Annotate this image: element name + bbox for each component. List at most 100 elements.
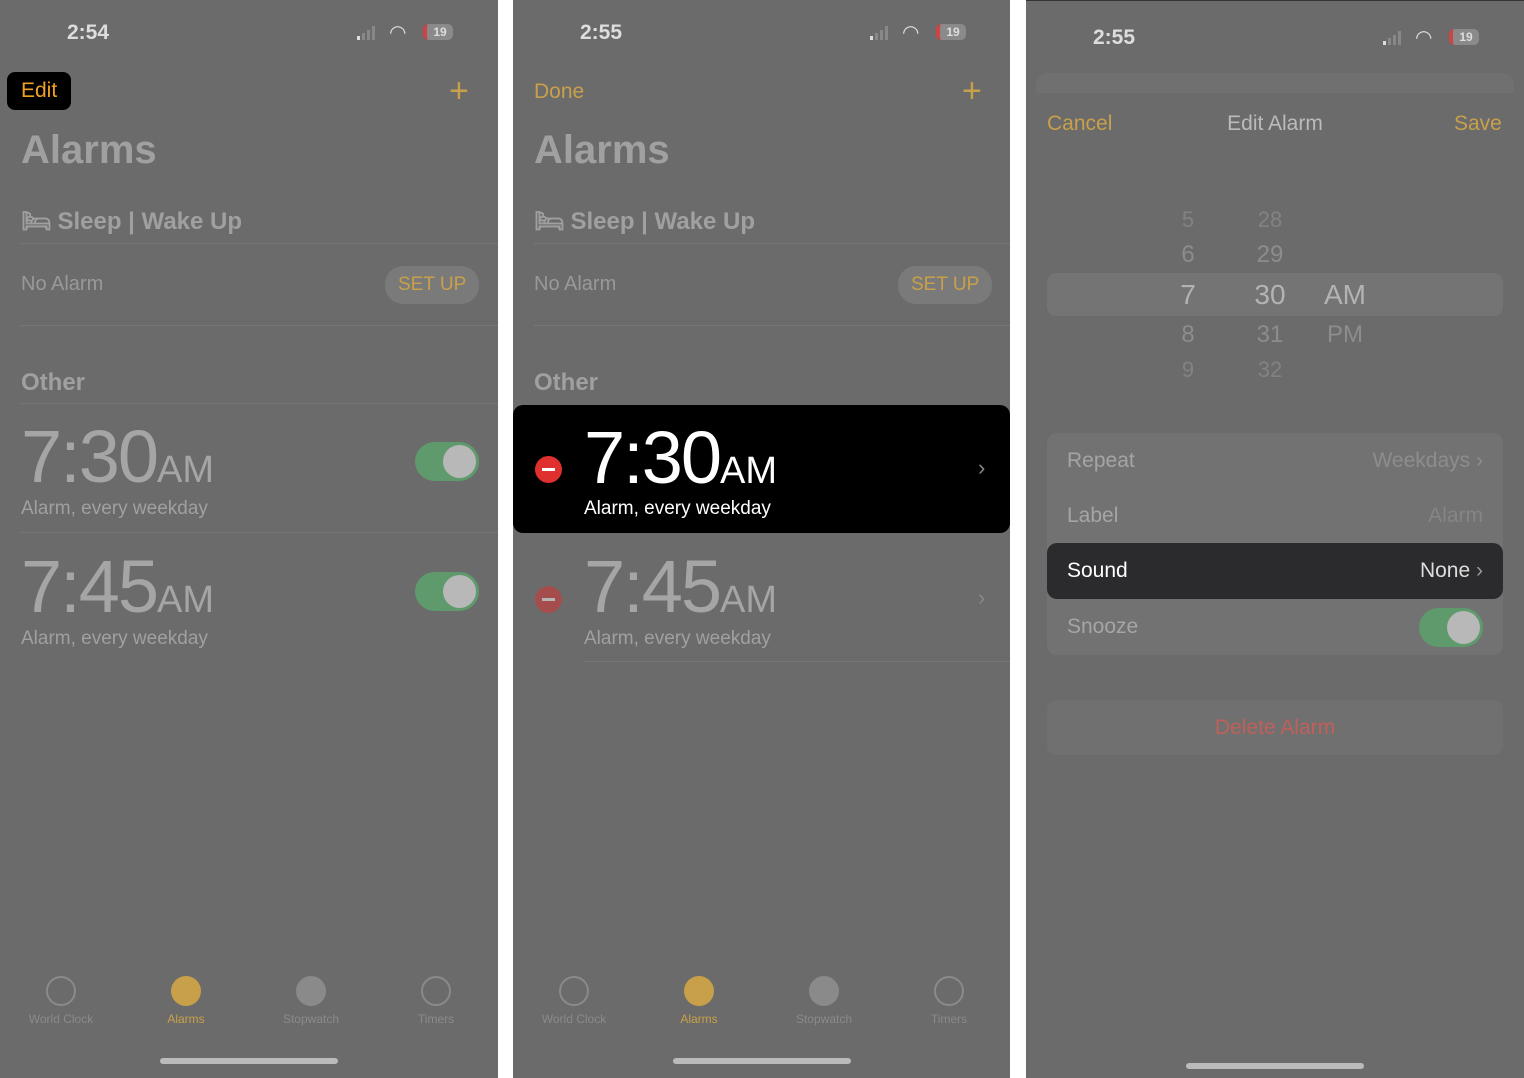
page-title: Alarms xyxy=(534,128,670,172)
battery-icon: 19 xyxy=(1449,29,1479,45)
battery-icon: 19 xyxy=(423,24,453,40)
alarm-time: 7:45AM xyxy=(584,545,778,628)
stopwatch-icon xyxy=(809,976,839,1006)
other-header: Other xyxy=(21,369,86,396)
setup-button[interactable]: SET UP xyxy=(898,266,993,304)
delete-minus-icon[interactable] xyxy=(535,456,562,483)
sheet-title: Edit Alarm xyxy=(1227,112,1323,135)
label-value: Alarm xyxy=(1428,504,1483,527)
tab-stopwatch[interactable]: Stopwatch xyxy=(261,976,361,1026)
edit-button[interactable]: Edit xyxy=(7,72,72,110)
divider xyxy=(21,532,498,533)
tab-label: World Clock xyxy=(541,1012,607,1026)
tab-bar: World Clock Alarms Stopwatch Timers xyxy=(11,976,486,1026)
alarm-row-highlighted[interactable]: 7:30AM Alarm, every weekday › xyxy=(513,405,1010,533)
tab-label: Timers xyxy=(417,1012,455,1026)
tab-label: Stopwatch xyxy=(282,1012,340,1026)
tab-world-clock[interactable]: World Clock xyxy=(11,976,111,1026)
minute-wheel[interactable]: 28 29 30 31 32 xyxy=(1246,191,1306,401)
snooze-toggle[interactable] xyxy=(1419,607,1483,647)
picker-minute: 32 xyxy=(1257,357,1283,382)
other-header: Other xyxy=(534,369,599,396)
alarm-time: 7:30AM xyxy=(21,415,215,498)
divider xyxy=(21,243,498,244)
period-wheel[interactable]: AM PM xyxy=(1324,191,1384,401)
save-button[interactable]: Save xyxy=(1454,112,1502,136)
divider xyxy=(21,403,498,404)
status-time: 2:54 xyxy=(67,21,110,44)
divider xyxy=(21,325,498,326)
tab-label: Alarms xyxy=(167,1012,205,1026)
chevron-right-icon: › xyxy=(1476,559,1483,582)
tab-label: Stopwatch xyxy=(795,1012,853,1026)
delete-alarm-button[interactable]: Delete Alarm xyxy=(1047,700,1503,755)
home-indicator xyxy=(1186,1063,1364,1069)
tab-stopwatch[interactable]: Stopwatch xyxy=(774,976,874,1026)
no-alarm-text: No Alarm xyxy=(21,273,104,295)
globe-icon xyxy=(46,976,76,1006)
setup-button[interactable]: SET UP xyxy=(385,266,480,304)
sound-label: Sound xyxy=(1067,559,1128,582)
picker-hour: 8 xyxy=(1181,321,1195,348)
label-row[interactable]: Label Alarm xyxy=(1047,488,1503,544)
tab-label: Alarms xyxy=(680,1012,718,1026)
alarm-label: Alarm, every weekday xyxy=(584,628,771,649)
picker-period-selected: AM xyxy=(1324,279,1366,310)
alarm-row[interactable]: 7:30AM Alarm, every weekday xyxy=(0,410,498,530)
picker-hour: 6 xyxy=(1181,241,1195,268)
signal-icon xyxy=(357,26,375,40)
divider xyxy=(534,243,1010,244)
signal-icon xyxy=(870,26,888,40)
alarm-clock-icon xyxy=(171,976,201,1006)
picker-hour: 5 xyxy=(1181,207,1195,232)
battery-icon: 19 xyxy=(936,24,966,40)
alarm-toggle[interactable] xyxy=(415,572,479,611)
chevron-right-icon: › xyxy=(978,455,986,480)
alarm-time: 7:45AM xyxy=(21,545,215,628)
tab-timers[interactable]: Timers xyxy=(386,976,486,1026)
alarm-row[interactable]: 7:45AM Alarm, every weekday › xyxy=(513,540,1010,660)
label-label: Label xyxy=(1067,504,1119,527)
hour-wheel[interactable]: 5 6 7 8 9 xyxy=(1166,191,1226,401)
alarm-row[interactable]: 7:45AM Alarm, every weekday xyxy=(0,540,498,660)
sheet-edge xyxy=(1036,73,1514,93)
add-alarm-button[interactable]: + xyxy=(962,72,982,111)
divider xyxy=(534,325,1010,326)
tab-alarms[interactable]: Alarms xyxy=(136,976,236,1026)
alarms-edit-screen: 2:55 ◠ 19 Done + Alarms 🛏 Sleep | Wake Up… xyxy=(513,0,1010,1078)
repeat-label: Repeat xyxy=(1067,449,1135,472)
bed-icon: 🛏 xyxy=(534,208,565,235)
chevron-right-icon: › xyxy=(1476,449,1483,472)
picker-minute: 29 xyxy=(1256,241,1284,268)
picker-minute-selected: 30 xyxy=(1254,279,1286,310)
tab-timers[interactable]: Timers xyxy=(899,976,999,1026)
repeat-value: Weekdays xyxy=(1372,449,1471,472)
timer-icon xyxy=(934,976,964,1006)
snooze-label: Snooze xyxy=(1067,615,1139,638)
tab-world-clock[interactable]: World Clock xyxy=(524,976,624,1026)
add-alarm-button[interactable]: + xyxy=(449,72,469,111)
delete-minus-icon[interactable] xyxy=(535,586,562,613)
alarm-label: Alarm, every weekday xyxy=(21,628,208,649)
divider xyxy=(584,661,1010,662)
picker-hour: 9 xyxy=(1181,357,1195,382)
done-button[interactable]: Done xyxy=(534,80,584,104)
home-indicator xyxy=(160,1058,338,1064)
home-indicator xyxy=(673,1058,851,1064)
picker-minute: 28 xyxy=(1257,207,1283,232)
tab-alarms[interactable]: Alarms xyxy=(649,976,749,1026)
sleep-header: 🛏 Sleep | Wake Up xyxy=(21,207,242,236)
wifi-icon: ◠ xyxy=(389,22,407,44)
alarm-label: Alarm, every weekday xyxy=(21,498,208,519)
timer-icon xyxy=(421,976,451,1006)
sound-value: None xyxy=(1419,559,1471,582)
tab-label: Timers xyxy=(930,1012,968,1026)
wifi-icon: ◠ xyxy=(1415,27,1433,49)
alarm-time: 7:30AM xyxy=(584,416,778,499)
alarm-toggle[interactable] xyxy=(415,442,479,481)
picker-period: PM xyxy=(1327,321,1363,348)
stopwatch-icon xyxy=(296,976,326,1006)
repeat-row[interactable]: Repeat Weekdays › xyxy=(1047,433,1503,489)
chevron-right-icon: › xyxy=(978,585,986,610)
sound-row[interactable]: Sound None › xyxy=(1047,543,1503,599)
